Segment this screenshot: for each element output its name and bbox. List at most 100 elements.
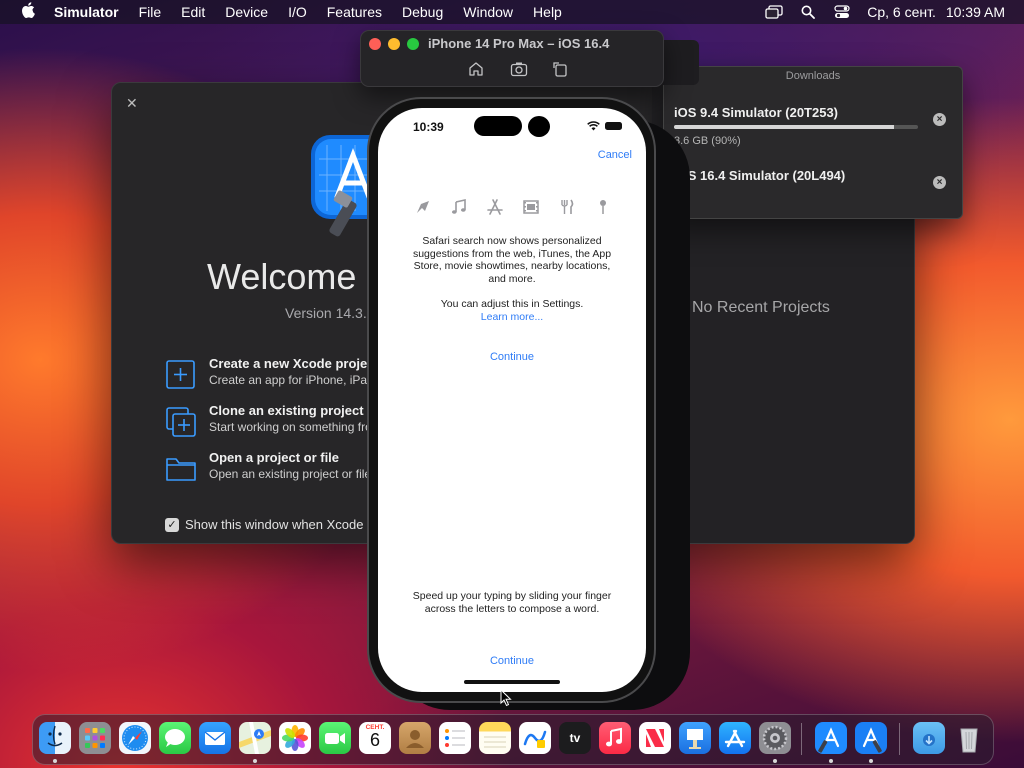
downloads-panel: Downloads iOS 9.4 Simulator (20T253) 3.6…	[663, 66, 963, 219]
finder-icon[interactable]	[39, 722, 71, 754]
create-project-title: Create a new Xcode project	[209, 356, 379, 371]
apple-menu-icon[interactable]	[19, 2, 37, 22]
menu-io[interactable]: I/O	[288, 4, 307, 20]
running-indicator	[829, 759, 833, 763]
running-indicator	[773, 759, 777, 763]
download-progress-fill	[674, 125, 894, 129]
running-indicator	[253, 759, 257, 763]
menu-window[interactable]: Window	[463, 4, 513, 20]
calendar-day: 6	[369, 730, 380, 750]
menu-edit[interactable]: Edit	[181, 4, 205, 20]
downloads-title: Downloads	[785, 70, 841, 82]
download-status: 3.6 GB (90%)	[674, 135, 741, 147]
xcode-version: Version 14.3.1	[285, 305, 375, 321]
menu-help[interactable]: Help	[533, 4, 562, 20]
menubar-clock[interactable]: 10:39 AM	[946, 4, 1005, 20]
calendar-icon[interactable]: СЕНТ. 6	[359, 722, 391, 754]
keynote-icon[interactable]	[679, 722, 711, 754]
notes-icon[interactable]	[479, 722, 511, 754]
display-mirroring-icon[interactable]	[765, 5, 783, 19]
front-camera	[528, 116, 550, 137]
tv-label: tv	[569, 731, 581, 745]
status-bar-indicators	[587, 120, 622, 132]
iphone-screen: 10:39 Cancel Safari search now shows per…	[378, 108, 646, 692]
downloads-folder-icon[interactable]	[913, 722, 945, 754]
xcode-beta-icon[interactable]	[855, 722, 887, 754]
running-indicator	[869, 759, 873, 763]
dock: СЕНТ. 6 tv	[32, 714, 994, 765]
download-item: iOS 16.4 Simulator (20L494) ×	[664, 168, 962, 208]
battery-icon	[605, 122, 622, 130]
rotate-icon[interactable]	[551, 61, 569, 77]
menu-debug[interactable]: Debug	[402, 4, 443, 20]
safari-suggestions-text: Safari search now shows personalized sug…	[412, 235, 612, 285]
facetime-icon[interactable]	[319, 722, 351, 754]
spotlight-search-icon[interactable]	[799, 5, 817, 19]
download-name: iOS 16.4 Simulator (20L494)	[674, 168, 846, 183]
music-icon	[450, 198, 468, 216]
plus-square-icon	[165, 360, 197, 390]
freeform-icon[interactable]	[519, 722, 551, 754]
messages-icon[interactable]	[159, 722, 191, 754]
launchpad-icon[interactable]	[79, 722, 111, 754]
screenshot-icon[interactable]	[510, 61, 528, 77]
trash-icon[interactable]	[953, 722, 985, 754]
home-indicator[interactable]	[464, 680, 560, 684]
news-icon[interactable]	[639, 722, 671, 754]
slide-to-type-text: Speed up your typing by sliding your fin…	[412, 590, 612, 615]
cancel-button[interactable]: Cancel	[598, 149, 632, 161]
cancel-download-icon[interactable]: ×	[933, 113, 946, 126]
no-recent-projects: No Recent Projects	[692, 299, 830, 316]
film-icon	[522, 198, 540, 216]
home-icon[interactable]	[467, 61, 485, 77]
learn-more-link[interactable]: Learn more...	[404, 311, 620, 323]
close-icon[interactable]: ✕	[126, 95, 138, 112]
continue-button[interactable]: Continue	[462, 351, 562, 363]
menu-app-name[interactable]: Simulator	[54, 4, 119, 20]
apple-tv-icon[interactable]: tv	[559, 722, 591, 754]
minimize-window-button[interactable]	[388, 38, 400, 50]
compass-icon	[414, 198, 432, 216]
mail-icon[interactable]	[199, 722, 231, 754]
welcome-title: Welcome	[207, 256, 357, 297]
menu-file[interactable]: File	[139, 4, 162, 20]
continue-button[interactable]: Continue	[462, 655, 562, 667]
checkmark-icon[interactable]: ✓	[165, 517, 179, 532]
adjust-settings-text: You can adjust this in Settings.	[440, 298, 584, 310]
control-center-icon[interactable]	[833, 5, 851, 19]
status-bar-time: 10:39	[413, 120, 444, 134]
dock-separator	[801, 723, 802, 755]
photos-icon[interactable]	[279, 722, 311, 754]
clone-icon	[165, 407, 197, 437]
menu-device[interactable]: Device	[225, 4, 268, 20]
music-app-icon[interactable]	[599, 722, 631, 754]
cancel-download-icon[interactable]: ×	[933, 176, 946, 189]
dock-separator	[899, 723, 900, 755]
mouse-cursor-icon	[500, 688, 512, 707]
reminders-icon[interactable]	[439, 722, 471, 754]
download-item: iOS 9.4 Simulator (20T253) 3.6 GB (90%) …	[664, 105, 962, 147]
safari-icon[interactable]	[119, 722, 151, 754]
dynamic-island	[474, 116, 522, 136]
fork-knife-icon	[558, 198, 576, 216]
menubar-date[interactable]: Ср, 6 сент.	[867, 4, 936, 20]
contacts-icon[interactable]	[399, 722, 431, 754]
simulator-title-bar: iPhone 14 Pro Max – iOS 16.4	[360, 30, 664, 87]
simulator-title: iPhone 14 Pro Max – iOS 16.4	[428, 36, 610, 51]
suggestion-categories	[411, 198, 611, 218]
running-indicator	[53, 759, 57, 763]
xcode-icon[interactable]	[815, 722, 847, 754]
system-settings-icon[interactable]	[759, 722, 791, 754]
download-name: iOS 9.4 Simulator (20T253)	[674, 105, 839, 120]
app-store-app-icon[interactable]	[719, 722, 751, 754]
close-window-button[interactable]	[369, 38, 381, 50]
maps-icon[interactable]	[239, 722, 271, 754]
app-store-icon	[486, 198, 504, 216]
map-pin-icon	[594, 198, 612, 216]
wifi-icon	[587, 121, 600, 131]
menu-bar: Simulator File Edit Device I/O Features …	[0, 0, 1024, 24]
menu-features[interactable]: Features	[327, 4, 382, 20]
clone-project-title: Clone an existing project	[209, 403, 364, 418]
zoom-window-button[interactable]	[407, 38, 419, 50]
download-progress-bar	[674, 125, 918, 129]
